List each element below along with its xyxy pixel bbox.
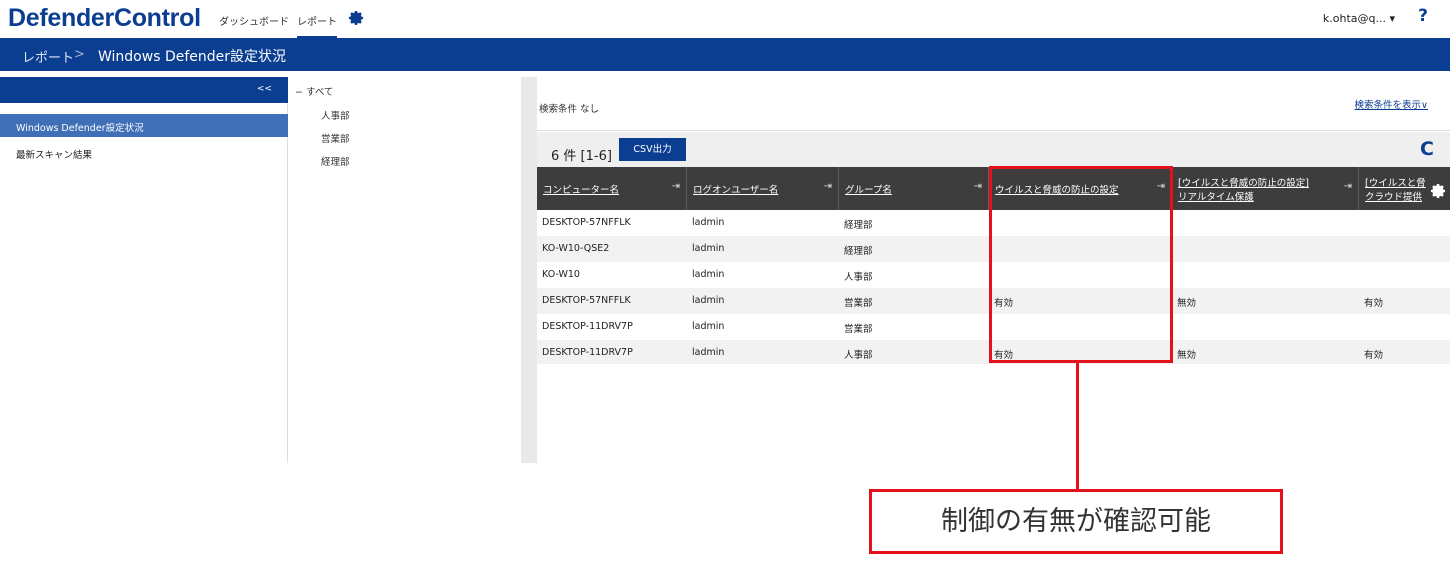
search-condition-label: 検索条件 なし bbox=[539, 104, 600, 115]
cell-group: 経理部 bbox=[844, 246, 873, 257]
cell-group: 人事部 bbox=[844, 350, 873, 361]
cell-logon-user: ladmin bbox=[692, 347, 725, 358]
tree-item-accounting[interactable]: 経理部 bbox=[321, 154, 350, 168]
column-header-logon-user[interactable]: ログオンユーザー名 ⇥ bbox=[687, 167, 839, 210]
sidebar: << Windows Defender設定状況 最新スキャン結果 bbox=[0, 77, 288, 463]
settings-gear-icon[interactable] bbox=[347, 9, 365, 27]
column-label[interactable]: ログオンユーザー名 bbox=[693, 182, 778, 196]
page-title: Windows Defender設定状況 bbox=[98, 49, 287, 65]
cell-logon-user: ladmin bbox=[692, 321, 725, 332]
breadcrumb-separator: > bbox=[74, 47, 85, 62]
nav-dashboard[interactable]: ダッシュボード bbox=[219, 13, 289, 28]
sidebar-item-latest-scan[interactable]: 最新スキャン結果 bbox=[0, 141, 288, 164]
pin-icon[interactable]: ⇥ bbox=[1344, 181, 1352, 192]
pin-icon[interactable]: ⇥ bbox=[824, 181, 832, 192]
sidebar-header: << bbox=[0, 77, 288, 103]
app-logo[interactable]: DefenderControl bbox=[8, 4, 201, 33]
cell-group: 営業部 bbox=[844, 298, 873, 309]
column-header-group[interactable]: グループ名 ⇥ bbox=[839, 167, 989, 210]
cell-group: 営業部 bbox=[844, 324, 873, 335]
collapse-sidebar-button[interactable]: << bbox=[257, 84, 272, 94]
cell-computer-name: KO-W10-QSE2 bbox=[542, 243, 610, 254]
column-label[interactable]: グループ名 bbox=[845, 182, 892, 196]
cell-computer-name: KO-W10 bbox=[542, 269, 580, 280]
cell-logon-user: ladmin bbox=[692, 269, 725, 280]
highlight-box bbox=[989, 166, 1173, 363]
breadcrumb-report[interactable]: レポート bbox=[22, 47, 74, 66]
cell-realtime-protection: 無効 bbox=[1177, 298, 1197, 309]
cell-logon-user: ladmin bbox=[692, 243, 725, 254]
cell-realtime-protection: 無効 bbox=[1177, 350, 1197, 361]
cell-computer-name: DESKTOP-57NFFLK bbox=[542, 217, 631, 228]
tree-item-all[interactable]: − すべて bbox=[295, 84, 333, 98]
csv-export-button[interactable]: CSV出力 bbox=[619, 138, 686, 161]
grid-empty-area bbox=[537, 364, 1450, 463]
column-label[interactable]: コンピューター名 bbox=[543, 182, 619, 196]
callout-note: 制御の有無が確認可能 bbox=[869, 489, 1283, 554]
cell-group: 経理部 bbox=[844, 220, 873, 231]
pin-icon[interactable]: ⇥ bbox=[672, 181, 680, 192]
column-label[interactable]: [ウイルスと脅威の防止の設定] bbox=[1178, 175, 1309, 189]
cell-computer-name: DESKTOP-11DRV7P bbox=[542, 347, 633, 358]
pin-icon[interactable]: ⇥ bbox=[974, 181, 982, 192]
search-conditions: 検索条件 なし 検索条件を表示∨ bbox=[537, 77, 1450, 131]
cell-cloud-protection: 有効 bbox=[1364, 298, 1384, 309]
tree-item-sales[interactable]: 営業部 bbox=[321, 131, 350, 145]
column-header-computer-name[interactable]: コンピューター名 ⇥ bbox=[537, 167, 687, 210]
column-settings-gear-icon[interactable] bbox=[1429, 182, 1447, 200]
column-label-sub[interactable]: クラウド提供 bbox=[1365, 189, 1422, 203]
cell-logon-user: ladmin bbox=[692, 217, 725, 228]
column-label[interactable]: [ウイルスと脅 bbox=[1365, 175, 1426, 189]
pane-splitter[interactable] bbox=[521, 77, 537, 463]
help-icon[interactable]: ? bbox=[1418, 6, 1428, 26]
group-tree: − すべて 人事部 営業部 経理部 bbox=[289, 77, 521, 463]
cell-logon-user: ladmin bbox=[692, 295, 725, 306]
nav-report[interactable]: レポート bbox=[297, 13, 337, 39]
cell-group: 人事部 bbox=[844, 272, 873, 283]
result-count: 6 件 [1-6] bbox=[551, 149, 612, 164]
user-menu[interactable]: k.ohta@q... ▾ bbox=[1323, 12, 1395, 25]
show-search-conditions-link[interactable]: 検索条件を表示∨ bbox=[1355, 97, 1428, 111]
column-label-sub[interactable]: リアルタイム保護 bbox=[1178, 189, 1254, 203]
callout-connector bbox=[1076, 363, 1079, 490]
breadcrumb: レポート > Windows Defender設定状況 bbox=[0, 38, 1450, 71]
refresh-icon[interactable]: C bbox=[1420, 138, 1434, 160]
sidebar-item-defender-settings[interactable]: Windows Defender設定状況 bbox=[0, 114, 288, 137]
cell-cloud-protection: 有効 bbox=[1364, 350, 1384, 361]
cell-computer-name: DESKTOP-11DRV7P bbox=[542, 321, 633, 332]
cell-computer-name: DESKTOP-57NFFLK bbox=[542, 295, 631, 306]
tree-item-hr[interactable]: 人事部 bbox=[321, 108, 350, 122]
top-bar: DefenderControl ダッシュボード レポート k.ohta@q...… bbox=[0, 0, 1450, 39]
column-header-realtime-protection[interactable]: [ウイルスと脅威の防止の設定] リアルタイム保護 ⇥ bbox=[1172, 167, 1359, 210]
